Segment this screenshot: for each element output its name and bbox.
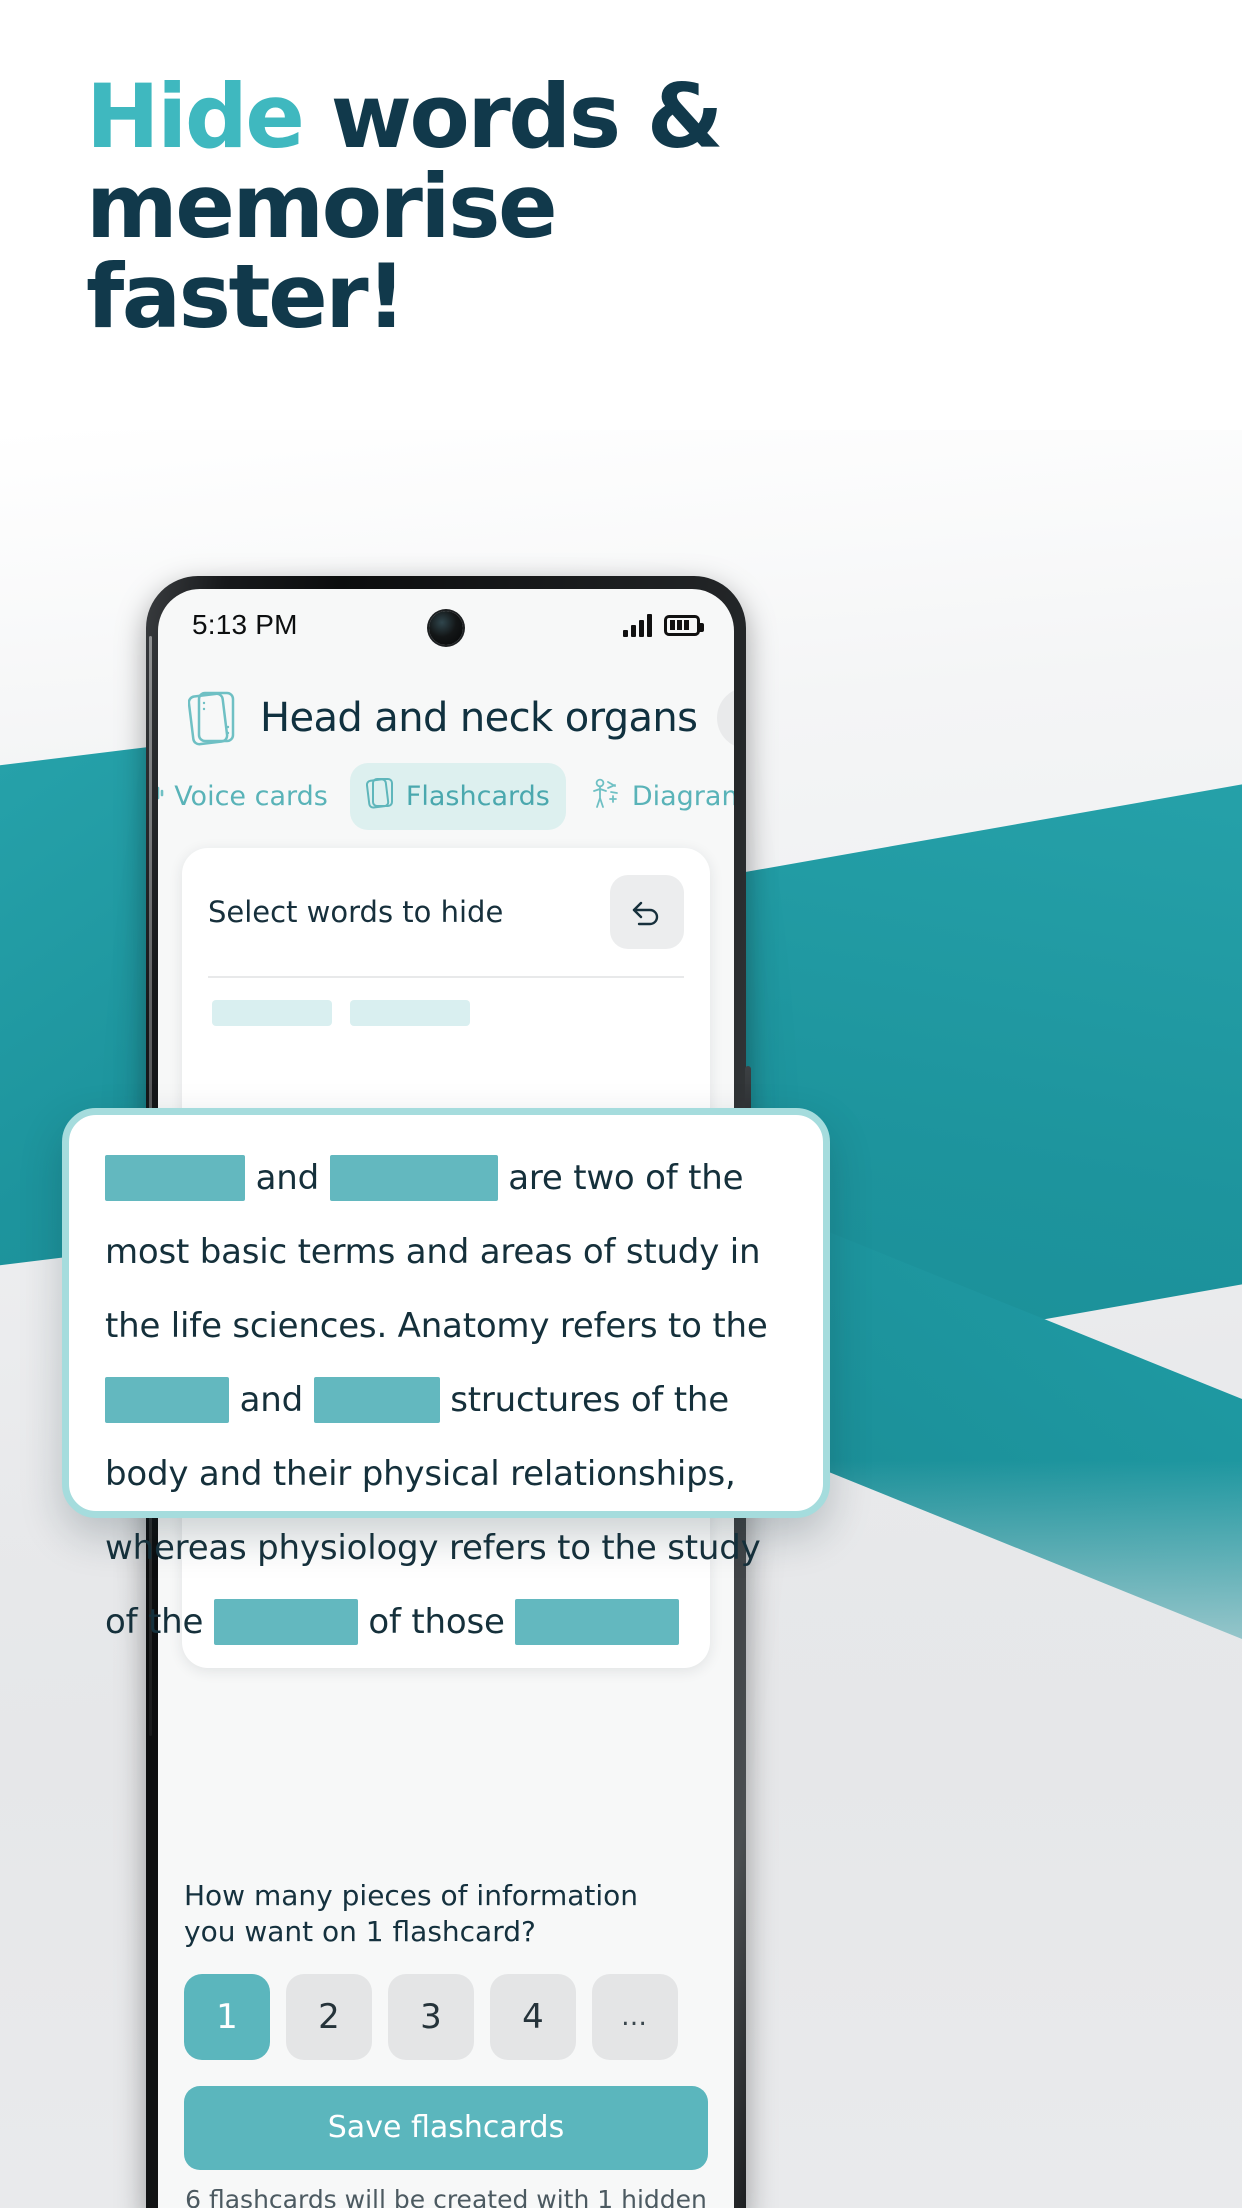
front-camera-icon [429, 611, 463, 645]
text-segment-3: and [229, 1380, 314, 1420]
hidden-words-preview-card: and are two of the most basic terms and … [62, 1108, 830, 1645]
app-header: Head and neck organs ✕ [158, 661, 734, 759]
undo-arrow-icon[interactable] [610, 875, 684, 949]
hidden-word-block[interactable] [213, 1598, 358, 1645]
hidden-words-text: and are two of the most basic terms and … [105, 1141, 795, 1659]
promo-headline: Hide words & memorise faster! [86, 72, 846, 341]
flashcard-settings: How many pieces of information you want … [158, 1878, 734, 2208]
count-option-more[interactable]: … [592, 1973, 678, 2060]
hidden-word-chip[interactable] [212, 1000, 332, 1026]
flashcard-count-options: 1 2 3 4 … [184, 1973, 708, 2060]
battery-icon [664, 614, 704, 636]
headline-line-3: faster! [86, 244, 406, 348]
save-flashcards-button[interactable]: Save flashcards [184, 2085, 708, 2170]
flashcard-stack-icon [365, 775, 396, 818]
flashcard-stack-icon [187, 687, 240, 749]
anatomy-figure-icon [588, 776, 622, 817]
tab-diagrams-label: Diagrams [631, 781, 734, 812]
signal-bars-icon [623, 613, 652, 637]
count-option-3[interactable]: 3 [388, 1973, 474, 2060]
hidden-word-block[interactable] [329, 1154, 498, 1201]
tab-flashcards-label: Flashcards [405, 781, 550, 812]
count-option-1[interactable]: 1 [184, 1973, 270, 2060]
waveform-icon [158, 779, 164, 814]
select-words-header: Select words to hide [208, 848, 684, 976]
hidden-word-block[interactable] [515, 1598, 680, 1645]
tab-voice-cards[interactable]: Voice cards [158, 767, 344, 826]
hidden-word-chip[interactable] [350, 1000, 470, 1026]
hidden-word-block[interactable] [105, 1376, 229, 1423]
count-option-4[interactable]: 4 [490, 1973, 576, 2060]
text-segment-1: and [245, 1158, 330, 1198]
page-title: Head and neck organs [260, 695, 698, 741]
mode-tabs: Voice cards Flashcards Diagra [158, 759, 734, 848]
headline-accent-word: Hide [86, 65, 305, 168]
text-segment-5: of those [357, 1602, 516, 1642]
status-bar: 5:13 PM [158, 589, 734, 661]
tab-flashcards[interactable]: Flashcards [349, 763, 566, 830]
count-option-2[interactable]: 2 [286, 1973, 372, 2060]
hidden-word-block[interactable] [313, 1376, 440, 1423]
hidden-word-chips-row [208, 978, 684, 1048]
flashcard-count-question: How many pieces of information you want … [184, 1878, 639, 1948]
tab-voice-cards-label: Voice cards [174, 781, 328, 812]
select-words-title: Select words to hide [208, 895, 504, 929]
headline-line-2: memorise [86, 154, 558, 258]
status-bar-icons [623, 613, 704, 637]
headline-line-1: Hide words & [86, 72, 846, 162]
close-icon[interactable]: ✕ [717, 687, 734, 749]
tab-diagrams[interactable]: Diagrams [572, 764, 734, 829]
status-bar-clock: 5:13 PM [192, 609, 298, 640]
hidden-word-block[interactable] [105, 1154, 245, 1201]
headline-line-1-rest: words & [302, 65, 724, 168]
save-flashcards-note: 6 flashcards will be created with 1 hidd… [185, 2184, 707, 2208]
